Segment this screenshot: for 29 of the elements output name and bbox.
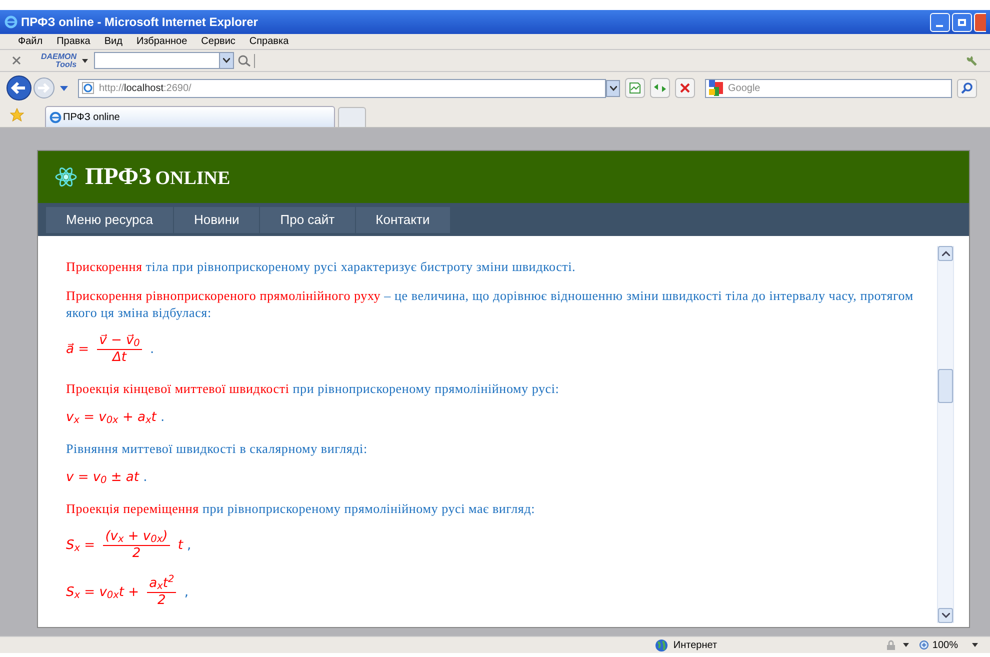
menu-item[interactable]: Вид — [104, 34, 122, 49]
browser-tab[interactable]: ПРФЗ online — [45, 106, 335, 127]
nav-link[interactable]: Контакти — [356, 206, 451, 232]
address-field[interactable]: http://localhost:2690/ — [78, 78, 606, 98]
math-formula: S$_{x}$ = (v$_{x}$ + v$_{0x}$) 2 t , — [66, 529, 192, 562]
site-logo-text: ПРФЗ — [85, 164, 152, 190]
body-paragraph: Проекція переміщення при рівноприскореному прямолінійному русі має вигляд: — [66, 500, 536, 517]
body-paragraph: Прискорення рівноприскореного прямолінійного руху – це величина, що дорівнює відношенню зміни швидкості тіла до інтервалу часу, протягом якого ця зміна відбулася: — [66, 287, 914, 321]
nav-link[interactable]: Новини — [174, 206, 260, 232]
security-zone-text: Интернет — [673, 638, 718, 652]
menu-item[interactable]: Правка — [56, 34, 90, 49]
toolbar-brand-subtext: Tools — [56, 60, 77, 68]
menu-item[interactable]: Избранное — [136, 34, 188, 49]
math-formula: S$_{x}$ = v$_{0x}$t + a$_{x}$t$^{2}$ 2 , — [66, 576, 188, 609]
body-paragraph: Проекція кінцевої миттевої швидкості при рівноприскореному прямолінійному русі: — [66, 380, 560, 397]
body-paragraph: Рівняння миттевої швидкості в скалярному вигляді: — [66, 440, 368, 457]
math-formula: v = v$_{0}$ ± at . — [66, 469, 148, 486]
menu-item[interactable]: Справка — [249, 34, 289, 49]
site-logo-suffix: ONLINE — [155, 168, 230, 189]
menu-item[interactable]: Сервис — [201, 34, 236, 49]
toolbar-brand-text: DAEMON — [41, 52, 77, 60]
zoom-level-text[interactable]: 100% — [932, 638, 958, 652]
window-title: ПРФЗ online - Microsoft Internet Explorer — [21, 14, 258, 31]
nav-link[interactable]: Про сайт — [260, 206, 356, 232]
menu-item[interactable]: Файл — [18, 34, 43, 49]
body-paragraph: Прискорення тіла при рівноприскореному русі характеризує бистроту зміни швидкості. — [66, 258, 577, 275]
search-field[interactable]: Google — [705, 78, 952, 98]
math-formula: v$_{x}$ = v$_{0x}$ + a$_{x}$t . — [66, 409, 165, 426]
nav-link[interactable]: Меню ресурса — [46, 206, 174, 232]
